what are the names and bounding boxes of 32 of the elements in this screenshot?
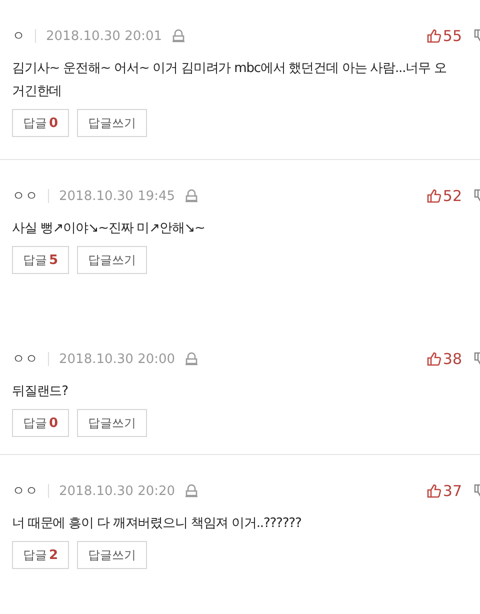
reply-count-button[interactable]: 답글 0: [12, 109, 70, 137]
comment-date: 2018.10.30 20:20: [59, 484, 176, 498]
reply-count-button[interactable]: 답글 0: [12, 409, 70, 437]
thumbs-up-icon: [426, 484, 441, 498]
reply-count-button[interactable]: 답글 2: [12, 541, 70, 569]
like-button[interactable]: 38: [426, 350, 462, 368]
comment-text: 뒤질랜드?: [12, 383, 69, 401]
like-button[interactable]: 55: [426, 27, 462, 45]
comment-date: 2018.10.30 19:45: [59, 188, 176, 204]
comment-author: ㅇㅇ: [12, 483, 38, 500]
comment-text: 사실 뻥↗이야↘~진짜 미↗안해↘~: [12, 220, 206, 238]
write-reply-button[interactable]: 답글쓰기: [77, 109, 148, 137]
lock-icon: [172, 29, 186, 43]
comment-date: 2018.10.30 20:00: [59, 352, 176, 366]
comment-author: ㅇㅇ: [12, 188, 38, 205]
thumbs-up-icon: [426, 352, 441, 366]
like-button[interactable]: 37: [426, 482, 462, 500]
comment-date: 2018.10.30 20:01: [46, 28, 162, 44]
lock-icon: [185, 484, 198, 498]
write-reply-button[interactable]: 답글쓰기: [77, 541, 148, 569]
comment-text: 김기사~ 운전해~ 어서~ 이거 김미려가 mbc에서 했던건데 아는 사람...너무 오 거긴한데: [12, 60, 448, 101]
reply-count-button[interactable]: 답글 5: [12, 246, 70, 274]
lock-icon: [185, 352, 198, 366]
comment-author: ㅇㅇ: [12, 351, 38, 368]
thumbs-up-icon: [426, 189, 441, 203]
like-button[interactable]: 52: [426, 187, 462, 205]
write-reply-button[interactable]: 답글쓰기: [77, 246, 148, 274]
comment-author: ㅇ: [12, 28, 25, 45]
lock-icon: [185, 189, 198, 203]
comment-text: 너 때문에 흥이 다 깨져버렸으니 책임져 이거..??????: [12, 515, 302, 533]
write-reply-button[interactable]: 답글쓰기: [77, 409, 148, 437]
thumbs-up-icon: [426, 29, 441, 43]
